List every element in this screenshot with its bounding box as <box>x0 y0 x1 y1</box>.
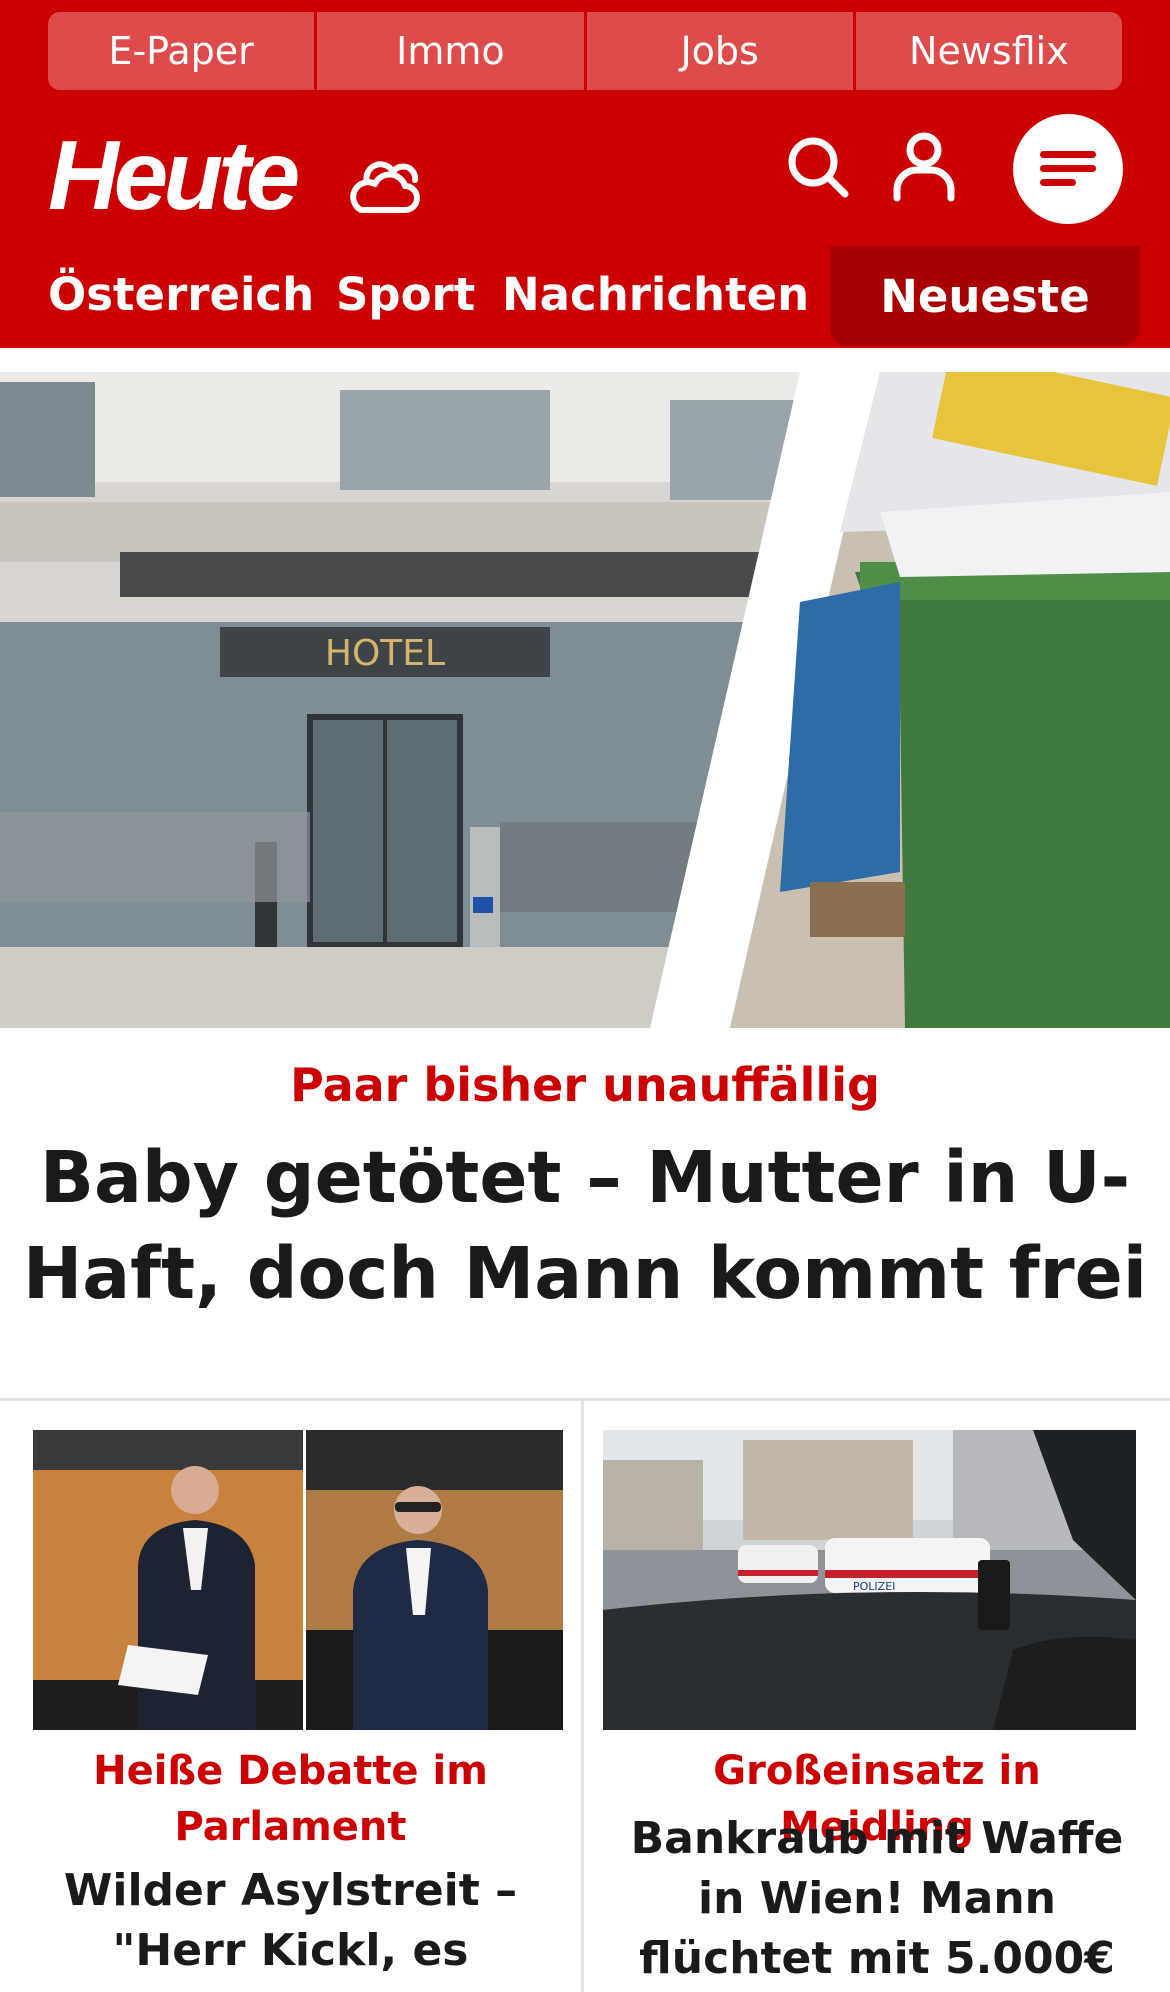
site-header: E-Paper Immo Jobs Newsflix Heute Österre… <box>0 0 1170 348</box>
teaser-headline[interactable]: Bankraub mit Waffe in Wien! Mann flüchte… <box>584 1809 1170 1989</box>
service-link-immo[interactable]: Immo <box>317 12 587 90</box>
hamburger-menu-icon <box>1040 151 1096 186</box>
service-link-newsflix[interactable]: Newsflix <box>855 12 1122 90</box>
nav-item-nachrichten[interactable]: Nachrichten <box>502 264 809 326</box>
service-link-jobs[interactable]: Jobs <box>586 12 856 90</box>
teaser-headline[interactable]: Wilder Asylstreit – "Herr Kickl, es brau… <box>0 1861 581 1992</box>
hero-kicker[interactable]: Paar bisher unauffällig <box>0 1055 1170 1115</box>
hero-article-image[interactable]: HOTEL <box>0 372 1170 1028</box>
menu-button[interactable] <box>1013 114 1123 224</box>
nav-item-sport[interactable]: Sport <box>336 264 475 326</box>
police-car-text: POLIZEI <box>853 1580 895 1593</box>
weather-cloud-icon[interactable] <box>345 148 425 218</box>
search-icon[interactable] <box>785 134 851 200</box>
article-teaser-right[interactable]: POLIZEI Großeinsatz in Meidling Bankraub… <box>584 1401 1170 1992</box>
site-logo[interactable]: Heute <box>48 120 300 230</box>
article-teaser-left[interactable]: Heiße Debatte im Parlament Wilder Asylst… <box>0 1401 581 1992</box>
teaser-image-parliament[interactable] <box>33 1430 563 1730</box>
hero-headline[interactable]: Baby getötet – Mutter in U-Haft, doch Ma… <box>20 1130 1150 1322</box>
user-icon[interactable] <box>892 130 956 202</box>
teaser-image-police-scene[interactable]: POLIZEI <box>603 1430 1136 1730</box>
nav-tab-neueste[interactable]: Neueste <box>830 246 1140 346</box>
service-links-bar: E-Paper Immo Jobs Newsflix <box>48 12 1122 90</box>
teaser-kicker[interactable]: Heiße Debatte im Parlament <box>0 1743 581 1855</box>
hotel-sign-text: HOTEL <box>325 633 445 674</box>
main-navigation: Österreich Sport Nachrichten Neueste <box>0 246 1170 348</box>
nav-item-oesterreich[interactable]: Österreich <box>48 264 314 326</box>
service-link-epaper[interactable]: E-Paper <box>48 12 318 90</box>
